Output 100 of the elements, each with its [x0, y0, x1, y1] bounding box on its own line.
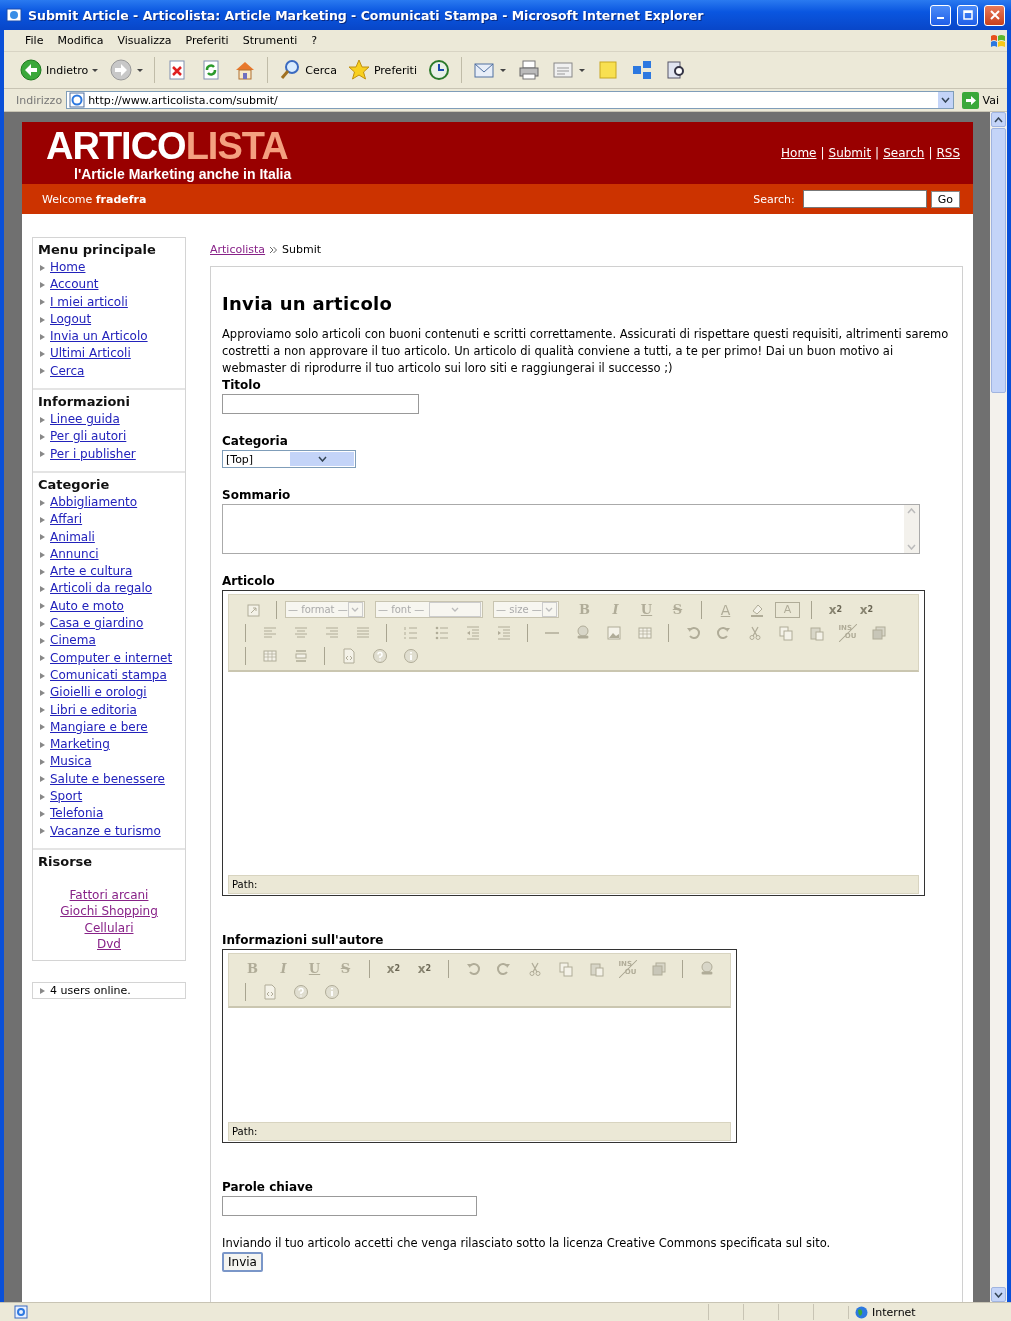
copy-icon[interactable] [557, 960, 574, 977]
code-icon[interactable] [261, 983, 278, 1000]
code-icon[interactable] [340, 647, 357, 664]
table-icon[interactable] [261, 647, 278, 664]
sidebar-link[interactable]: Vacanze e turismo [50, 822, 161, 840]
sidebar-link[interactable]: Animali [50, 528, 95, 546]
undo-icon[interactable] [684, 624, 701, 641]
sidebar-link[interactable]: Home [50, 259, 86, 277]
sidebar-link[interactable]: Cellulari [38, 919, 180, 936]
close-button[interactable] [984, 4, 1005, 26]
nav-link[interactable]: Search [883, 146, 925, 160]
indent-icon[interactable] [495, 624, 512, 641]
scissors-icon[interactable] [746, 624, 763, 641]
sidebar-link[interactable]: Libri e editoria [50, 701, 137, 719]
ul-icon[interactable] [433, 624, 450, 641]
site-logo[interactable]: ARTICOLISTA [46, 124, 292, 168]
cleanup-icon[interactable] [650, 960, 667, 977]
sidebar-link[interactable]: Invia un Articolo [50, 328, 148, 346]
go-button[interactable]: Vai [957, 91, 1003, 109]
info-icon[interactable] [323, 983, 340, 1000]
sidebar-link[interactable]: Cerca [50, 362, 85, 381]
image-icon[interactable] [605, 624, 622, 641]
rows-icon[interactable] [292, 647, 309, 664]
info-icon[interactable] [402, 647, 419, 664]
help-icon[interactable] [371, 647, 388, 664]
outdent-icon[interactable] [464, 624, 481, 641]
sidebar-link[interactable]: Computer e internet [50, 649, 173, 667]
align-left-icon[interactable] [261, 624, 278, 641]
submit-button[interactable]: Invia [222, 1252, 263, 1272]
copy-icon[interactable] [777, 624, 794, 641]
summary-textarea[interactable] [222, 504, 920, 554]
sidebar-link[interactable]: Per gli autori [50, 428, 127, 446]
sidebar-link[interactable]: Fattori arcani [38, 886, 180, 904]
nav-link[interactable]: Submit [828, 146, 872, 160]
menu-item[interactable]: Preferiti [178, 34, 236, 47]
input-field[interactable] [222, 1196, 477, 1216]
sidebar-link[interactable]: Affari [50, 511, 83, 529]
link-icon[interactable] [574, 624, 591, 641]
menu-item[interactable]: Modifica [50, 34, 111, 47]
sidebar-link[interactable]: Ultimi Articoli [50, 345, 131, 363]
scroll-up-button[interactable] [991, 112, 1006, 127]
sidebar-link[interactable]: Logout [50, 310, 92, 329]
sidebar-link[interactable]: Linee guida [50, 411, 120, 429]
minimize-button[interactable] [930, 4, 951, 26]
sidebar-link[interactable]: Abbigliamento [50, 493, 138, 512]
maximize-button[interactable] [957, 4, 978, 26]
scroll-thumb[interactable] [991, 128, 1006, 393]
nav-link[interactable]: RSS [936, 146, 960, 160]
script-button[interactable]: x$^{2}$ [851, 599, 882, 620]
sidebar-link[interactable]: Comunicati stampa [50, 666, 167, 685]
sidebar-link[interactable]: Gioielli e orologi [50, 684, 147, 702]
breadcrumb-link[interactable]: Articolista [210, 243, 266, 256]
sidebar-link[interactable]: Articoli da regalo [50, 580, 153, 598]
anchor-icon[interactable] [244, 601, 261, 618]
menu-item[interactable]: ? [304, 34, 325, 47]
sidebar-link[interactable]: Marketing [50, 736, 110, 754]
align-center-icon[interactable] [292, 624, 309, 641]
favorites-button[interactable]: Preferiti [343, 56, 420, 84]
scissors-icon[interactable] [526, 960, 543, 977]
sidebar-link[interactable]: I miei articoli [50, 293, 128, 311]
align-right-icon[interactable] [323, 624, 340, 641]
sidebar-link[interactable]: Auto e moto [50, 597, 124, 616]
sidebar-link[interactable]: Giochi Shopping [38, 903, 180, 920]
sidebar-link[interactable]: Musica [50, 753, 92, 771]
script-button[interactable]: x$^{2}$ [409, 958, 440, 979]
link-icon[interactable] [698, 960, 715, 977]
cleanup-icon[interactable] [870, 624, 887, 641]
category-dropdown[interactable]: [Top] [222, 450, 356, 468]
redo-icon[interactable] [715, 624, 732, 641]
sidebar-link[interactable]: Salute e benessere [50, 770, 165, 788]
table-icon[interactable] [636, 624, 653, 641]
paste-icon[interactable] [808, 624, 825, 641]
sidebar-link[interactable]: Arte e cultura [50, 563, 133, 581]
input-field[interactable] [222, 394, 419, 414]
menu-item[interactable]: File [18, 34, 51, 47]
scroll-down-button[interactable] [991, 1287, 1006, 1302]
go-button[interactable]: Go [930, 190, 960, 208]
undo-icon[interactable] [464, 960, 481, 977]
sidebar-link[interactable]: Mangiare e bere [50, 718, 148, 737]
nav-link[interactable]: Home [781, 146, 817, 160]
sidebar-link[interactable]: Dvd [38, 935, 180, 953]
scrollbar[interactable] [990, 112, 1007, 1302]
search-field[interactable] [802, 190, 927, 208]
address-field[interactable]: http://www.articolista.com/submit/ [66, 91, 954, 109]
search-button[interactable]: Cerca [275, 56, 340, 84]
ol-icon[interactable] [402, 624, 419, 641]
sidebar-link[interactable]: Cinema [50, 632, 96, 650]
redo-icon[interactable] [495, 960, 512, 977]
menu-item[interactable]: Strumenti [235, 34, 305, 47]
sidebar-link[interactable]: Casa e giardino [50, 615, 144, 633]
sidebar-link[interactable]: Annunci [50, 545, 99, 564]
sidebar-link[interactable]: Account [50, 276, 99, 294]
justify-icon[interactable] [354, 624, 371, 641]
sidebar-link[interactable]: Sport [50, 788, 83, 806]
paste-icon[interactable] [588, 960, 605, 977]
menu-item[interactable]: Visualizza [110, 34, 179, 47]
help-icon[interactable] [292, 983, 309, 1000]
sidebar-link[interactable]: Per i publisher [50, 445, 136, 463]
sidebar-link[interactable]: Telefonia [50, 805, 104, 823]
back-button[interactable]: Indietro [16, 56, 103, 84]
